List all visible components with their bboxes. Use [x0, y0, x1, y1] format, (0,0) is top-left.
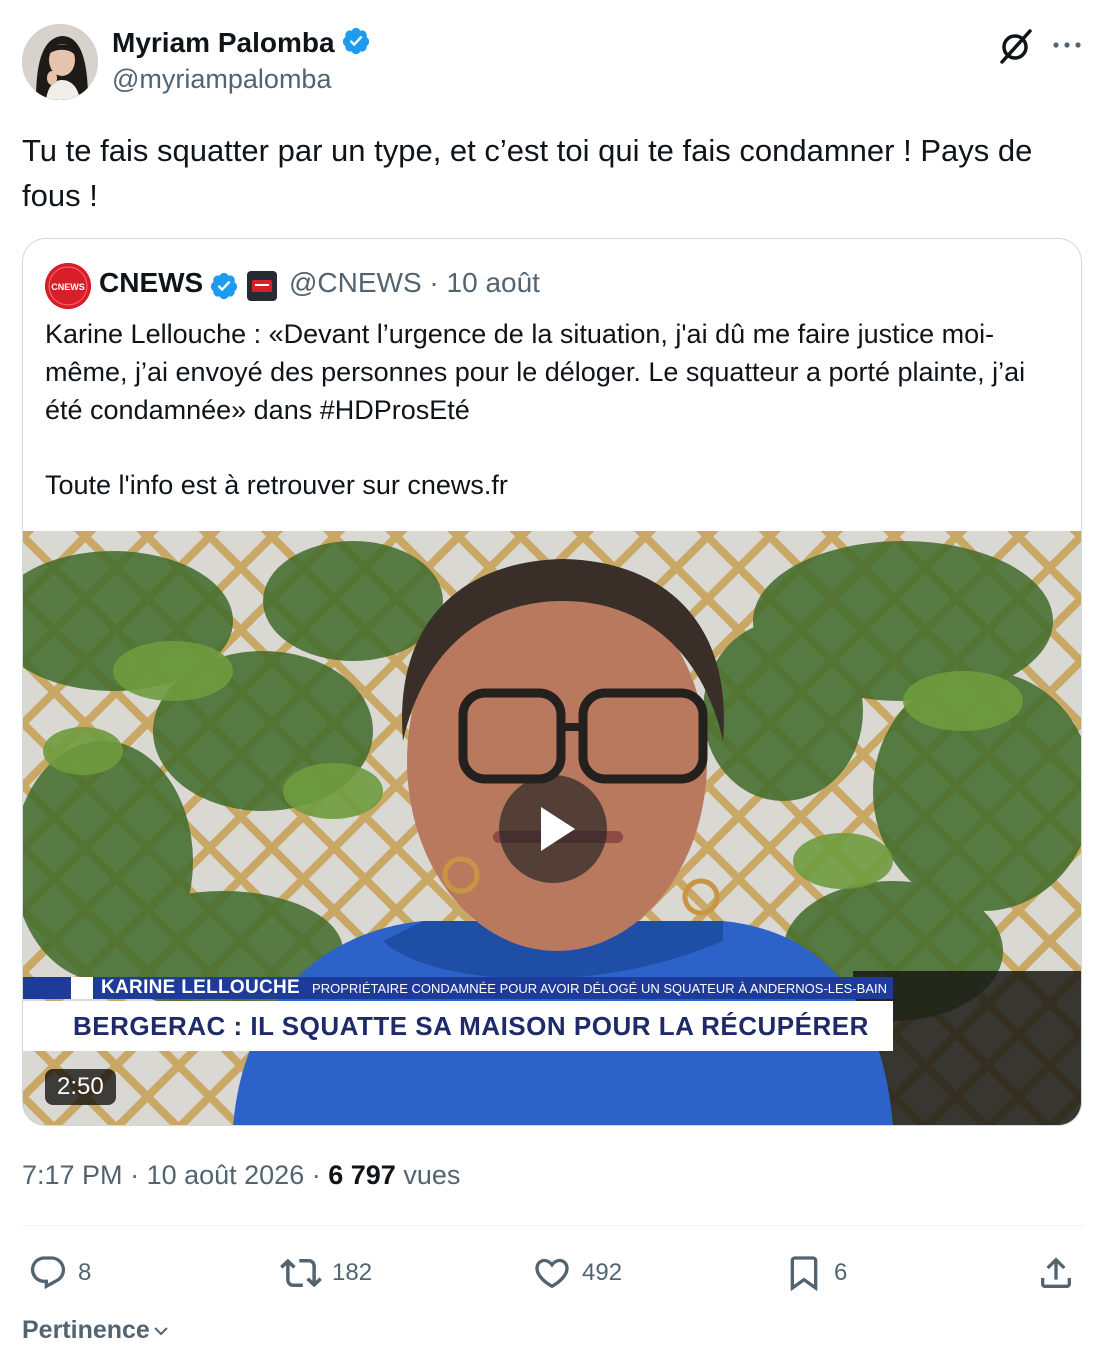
quoted-paragraph: Karine Lellouche : «Devant l’urgence de …: [45, 319, 1026, 425]
svg-text:CNEWS: CNEWS: [51, 282, 85, 292]
ribbon-name: KARINE LELLOUCHE: [101, 977, 301, 998]
sort-dropdown[interactable]: Pertinence: [22, 1316, 172, 1345]
retweet-button[interactable]: 182: [280, 1250, 372, 1296]
heart-icon: [535, 1258, 569, 1289]
share-icon: [1041, 1257, 1071, 1288]
verified-badge-icon: [341, 26, 371, 63]
bookmark-button[interactable]: 6: [784, 1250, 847, 1296]
reply-count: 8: [78, 1259, 92, 1286]
ribbon-role: PROPRIÉTAIRE CONDAMNÉE POUR AVOIR DÉLOGÉ…: [312, 980, 888, 996]
affiliate-badge-icon: [247, 271, 277, 301]
quoted-author-name: CNEWS: [99, 267, 204, 298]
quoted-text: Karine Lellouche : «Devant l’urgence de …: [45, 315, 1065, 504]
tweet-date[interactable]: 10 août 2026: [147, 1160, 305, 1190]
video-player[interactable]: KARINE LELLOUCHE PROPRIÉTAIRE CONDAMNÉE …: [23, 531, 1081, 1125]
tweet-text: Tu te fais squatter par un type, et c’es…: [22, 133, 1033, 213]
tweet-timestamp: 7:17 PM · 10 août 2026 · 6 797 vues: [22, 1160, 461, 1190]
author-name[interactable]: Myriam Palomba: [112, 26, 371, 63]
play-button[interactable]: [499, 775, 607, 883]
tweet-time[interactable]: 7:17 PM: [22, 1160, 123, 1190]
quoted-paragraph: Toute l'info est à retrouver sur cnews.f…: [45, 470, 508, 500]
reply-button[interactable]: 8: [28, 1250, 91, 1296]
divider: [22, 1225, 1084, 1226]
headline-ribbon: BERGERAC : IL SQUATTE SA MAISON POUR LA …: [23, 1001, 893, 1051]
like-button[interactable]: 492: [532, 1250, 622, 1296]
view-count: 6 797: [328, 1160, 396, 1190]
verified-badge-icon: [209, 271, 239, 306]
video-duration: 2:50: [45, 1069, 116, 1105]
bookmark-count: 6: [834, 1259, 848, 1286]
quoted-tweet-card[interactable]: CNEWS CNEWS @CNEWS · 10 août Karine Lell…: [22, 238, 1082, 1126]
share-button[interactable]: [1036, 1250, 1086, 1296]
retweet-count: 182: [332, 1259, 373, 1286]
like-count: 492: [582, 1259, 623, 1286]
location-pin-icon: [71, 977, 93, 999]
bookmark-icon: [790, 1256, 818, 1292]
name-ribbon: KARINE LELLOUCHE PROPRIÉTAIRE CONDAMNÉE …: [23, 977, 893, 999]
more-options-icon[interactable]: [1050, 30, 1084, 60]
quoted-handle-date: @CNEWS · 10 août: [289, 267, 540, 298]
play-icon: [541, 807, 575, 851]
author-handle[interactable]: @myriampalomba: [112, 64, 331, 95]
views-label: vues: [403, 1160, 461, 1190]
chevron-down-icon: [154, 1326, 168, 1335]
grok-icon[interactable]: [996, 26, 1036, 66]
author-avatar[interactable]: [22, 24, 98, 100]
retweet-icon: [280, 1258, 322, 1288]
reply-icon: [30, 1256, 66, 1290]
sort-label: Pertinence: [22, 1316, 150, 1344]
video-headline: BERGERAC : IL SQUATTE SA MAISON POUR LA …: [73, 1010, 869, 1041]
cnews-logo: CNEWS: [45, 263, 91, 309]
